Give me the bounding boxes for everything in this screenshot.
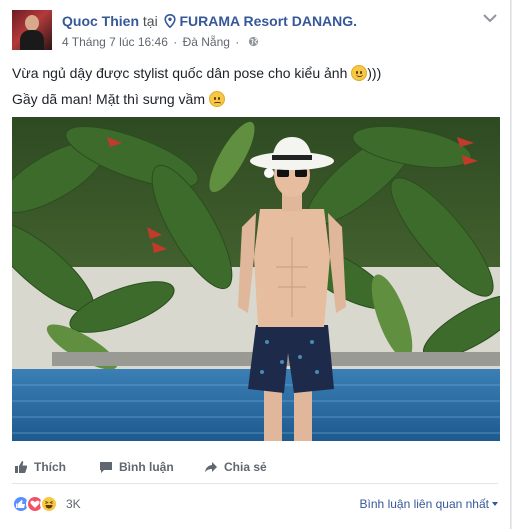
- comment-sort-dropdown[interactable]: Bình luận liên quan nhất: [360, 497, 498, 511]
- like-button[interactable]: Thích: [14, 459, 66, 475]
- post-text-line-1-body: Vừa ngủ dậy được stylist quốc dân pose c…: [12, 65, 348, 81]
- pool-portrait-photo: [12, 117, 500, 441]
- comment-button[interactable]: Bình luận: [99, 459, 174, 475]
- post-photo[interactable]: [12, 117, 500, 441]
- haha-reaction-icon: [40, 495, 58, 513]
- avatar-body: [20, 30, 44, 50]
- comment-label: Bình luận: [119, 460, 174, 474]
- post-text-line-2: Gầy dã man! Mặt thì sưng vầm: [12, 86, 498, 112]
- author-name[interactable]: Quoc Thien: [62, 13, 139, 29]
- globe-icon[interactable]: [248, 36, 259, 47]
- post-footer: 3K Bình luận liên quan nhất: [12, 490, 498, 518]
- share-arrow-icon: [205, 462, 217, 473]
- like-label: Thích: [34, 460, 66, 474]
- post-text-line-2-body: Gầy dã man! Mặt thì sưng vầm: [12, 91, 206, 107]
- post-header: Quoc Thien tại FURAMA Resort DANANG. 4 T…: [12, 10, 498, 54]
- meta-separator-2: ·: [235, 35, 240, 49]
- smile-emoji-icon: [351, 65, 368, 81]
- location-pin-icon: [163, 14, 176, 28]
- chevron-down-icon[interactable]: [482, 12, 498, 24]
- post-text-line-1-suffix: ))): [367, 65, 382, 81]
- avatar-face: [25, 15, 39, 31]
- timestamp-link[interactable]: 4 Tháng 7 lúc 16:46: [62, 35, 168, 49]
- comment-sort-label: Bình luận liên quan nhất: [359, 497, 489, 511]
- post-text-line-1: Vừa ngủ dậy được stylist quốc dân pose c…: [12, 60, 498, 86]
- author-line: Quoc Thien tại FURAMA Resort DANANG.: [62, 12, 357, 30]
- post-text: Vừa ngủ dậy được stylist quốc dân pose c…: [12, 60, 498, 112]
- city-link[interactable]: Đà Nẵng: [183, 35, 230, 49]
- caret-down-icon: [492, 502, 498, 506]
- reaction-count[interactable]: 3K: [66, 497, 81, 511]
- meta-separator: ·: [173, 35, 178, 49]
- avatar[interactable]: [12, 10, 52, 50]
- persevere-emoji-icon: [208, 91, 225, 107]
- location-link[interactable]: FURAMA Resort DANANG.: [179, 13, 357, 29]
- post-card: Quoc Thien tại FURAMA Resort DANANG. 4 T…: [0, 0, 511, 529]
- share-label: Chia sẻ: [224, 460, 267, 474]
- at-label: tại: [142, 13, 158, 29]
- share-button[interactable]: Chia sẻ: [204, 459, 267, 475]
- action-bar: Thích Bình luận Chia sẻ: [12, 452, 498, 484]
- thumbs-up-icon: [15, 461, 28, 473]
- comment-icon: [100, 462, 112, 473]
- post-meta: 4 Tháng 7 lúc 16:46 · Đà Nẵng ·: [62, 34, 259, 50]
